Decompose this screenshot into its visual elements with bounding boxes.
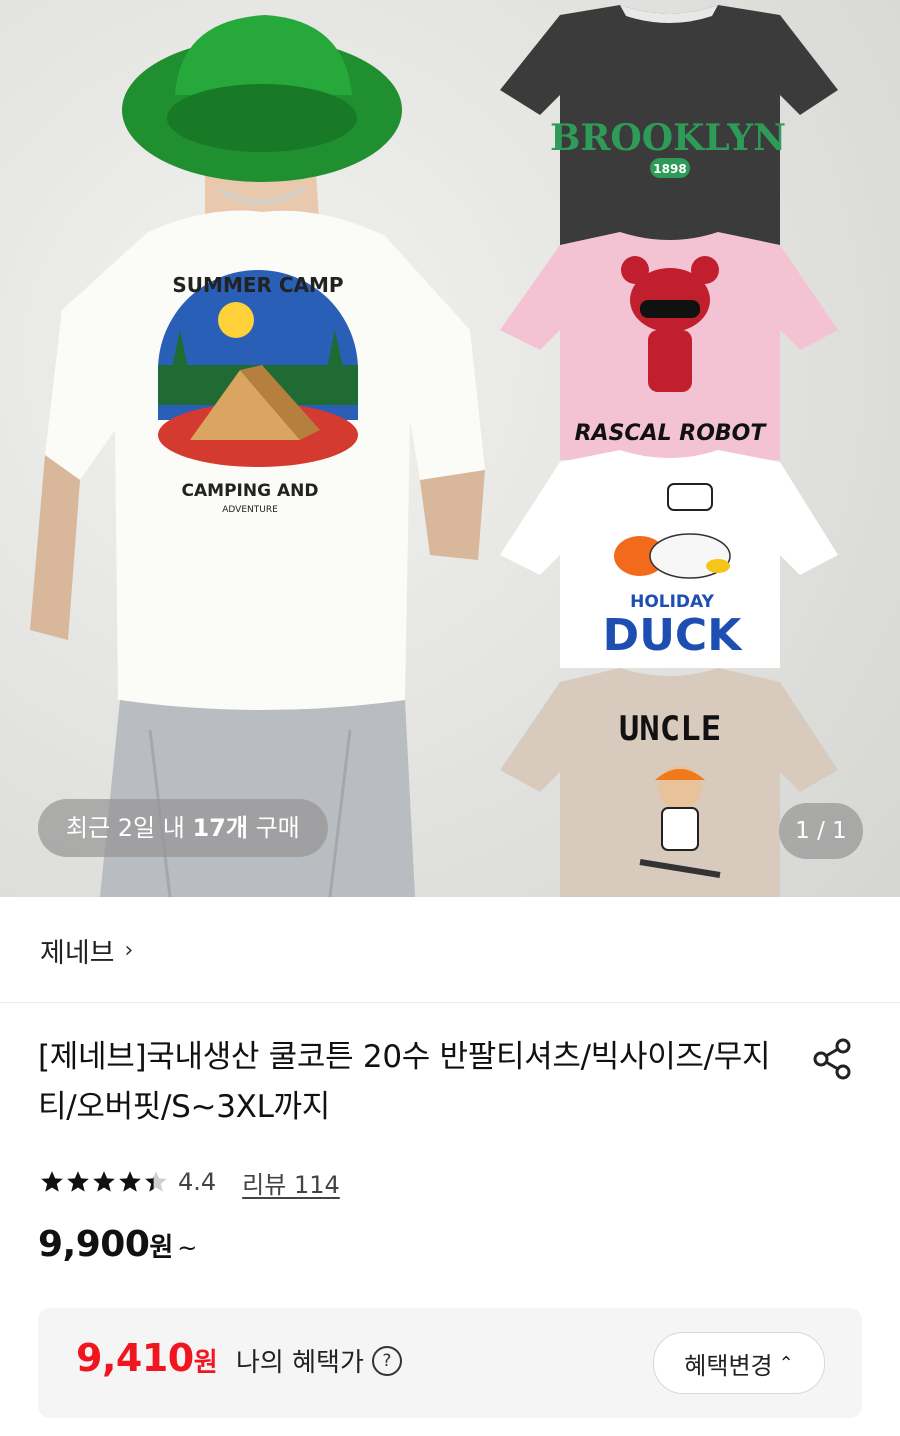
rascal-print: RASCAL ROBOT <box>575 421 768 446</box>
chevron-right-icon: › <box>124 937 134 963</box>
benefit-price-box: 9,410 원 나의 혜택가 ? 혜택변경 ⌃ <box>38 1308 862 1418</box>
star-icon <box>145 1171 167 1192</box>
price-amount: 9,900 <box>38 1224 150 1265</box>
recent-purchase-suffix: 구매 <box>247 814 300 842</box>
section-divider <box>0 1002 900 1003</box>
product-title: [제네브]국내생산 쿨코튼 20수 반팔티셔츠/빅사이즈/무지티/오버핏/S~3… <box>38 1039 771 1125</box>
change-benefit-button[interactable]: 혜택변경 ⌃ <box>653 1332 825 1394</box>
star-icon <box>93 1171 115 1192</box>
star-icon <box>67 1171 89 1192</box>
seller-link[interactable]: 제네브 › <box>40 926 133 974</box>
star-rating <box>40 1170 170 1194</box>
help-icon[interactable]: ? <box>371 1345 402 1376</box>
benefit-label-group: 나의 혜택가 ? <box>236 1342 402 1379</box>
brooklyn-year: 1898 <box>653 162 686 176</box>
summer-camp-print <box>158 270 358 467</box>
uncle-print: UNCLE <box>619 709 721 749</box>
seller-name: 제네브 <box>40 937 115 969</box>
image-page-counter: 1 / 1 <box>779 803 863 859</box>
benefit-price: 9,410 원 <box>76 1336 218 1380</box>
change-benefit-label: 혜택변경 <box>684 1351 773 1380</box>
price-row: 9,900 원 ~ <box>38 1224 197 1278</box>
rating-value: 4.4 <box>178 1168 217 1196</box>
star-icon <box>41 1171 63 1192</box>
camp-print-sub: ADVENTURE <box>222 505 278 515</box>
share-icon <box>813 1038 851 1080</box>
benefit-amount: 9,410 <box>76 1336 194 1380</box>
chevron-up-icon: ⌃ <box>778 1352 794 1374</box>
recent-purchase-prefix: 최근 2일 내 <box>66 814 193 842</box>
benefit-unit: 원 <box>193 1348 218 1378</box>
star-icon <box>119 1171 141 1192</box>
price-unit: 원 <box>149 1233 174 1263</box>
brooklyn-print: BROOKLYN <box>550 117 786 159</box>
camp-print-title: SUMMER CAMP <box>172 273 343 297</box>
rating-row: 4.4 리뷰 114 <box>40 1162 340 1202</box>
benefit-label: 나의 혜택가 <box>236 1348 364 1378</box>
price-suffix: ~ <box>177 1234 198 1262</box>
product-image-gallery[interactable]: SUMMER CAMP CAMPING AND ADVENTURE BROOKL… <box>0 0 900 897</box>
duck-print: DUCK <box>603 610 744 661</box>
share-button[interactable] <box>808 1034 858 1084</box>
recent-purchase-count: 17개 <box>192 814 248 842</box>
review-link[interactable]: 리뷰 114 <box>242 1165 340 1200</box>
product-photo: SUMMER CAMP CAMPING AND ADVENTURE BROOKL… <box>0 0 900 897</box>
recent-purchase-badge: 최근 2일 내 17개 구매 <box>38 799 328 857</box>
camp-print-bottom: CAMPING AND <box>182 481 319 501</box>
holiday-print: HOLIDAY <box>630 592 714 612</box>
